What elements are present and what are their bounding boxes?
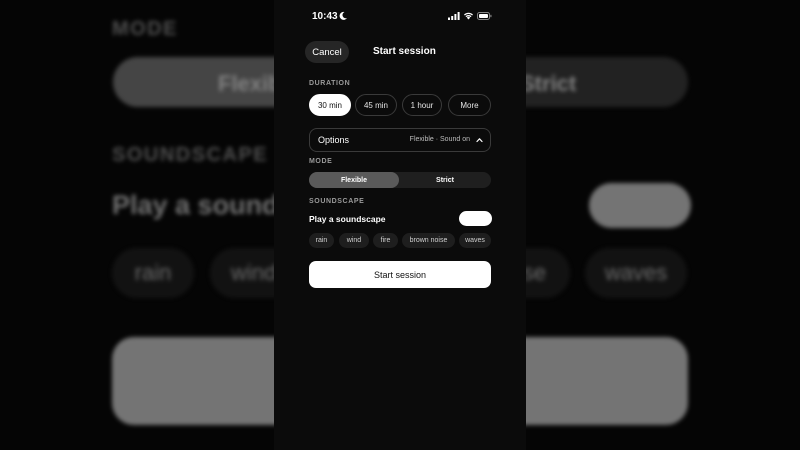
signal-icon [448,12,460,20]
duration-options: 30 min 45 min 1 hour More [309,94,494,116]
duration-chip-more[interactable]: More [448,94,491,116]
background-play-label: Play a sounds [112,190,294,220]
sound-chip-waves[interactable]: waves [459,233,491,248]
battery-icon [477,12,492,20]
soundscape-label: SOUNDSCAPE [309,198,365,205]
background-chip: rain [112,248,194,298]
sound-chip-brown-noise[interactable]: brown noise [402,233,455,248]
chevron-up-icon [476,138,483,143]
background-toggle [589,183,691,228]
mode-segmented-control: Flexible Strict [309,172,491,188]
options-dropdown[interactable]: Options Flexible · Sound on [309,128,491,152]
duration-chip-30-min[interactable]: 30 min [309,94,351,116]
wifi-icon [464,12,473,20]
sound-chip-fire[interactable]: fire [373,233,398,248]
options-summary: Flexible · Sound on [409,136,470,143]
mode-option-strict[interactable]: Strict [399,172,491,188]
mode-option-flexible[interactable]: Flexible [309,172,399,188]
nav-bar: Cancel Start session [274,38,526,66]
status-icons [448,11,494,21]
status-time: 10:43 [312,11,338,22]
sound-chip-wind[interactable]: wind [339,233,369,248]
status-bar: 10:43 [274,0,526,34]
page-title: Start session [373,46,436,57]
start-session-button[interactable]: Start session [309,261,491,288]
moon-icon [339,11,347,20]
soundscape-toggle[interactable] [459,211,492,226]
background-mode-strict: Strict [520,71,577,96]
cancel-button[interactable]: Cancel [305,41,349,63]
play-soundscape-label: Play a soundscape [309,214,386,224]
duration-chip-1-hour[interactable]: 1 hour [402,94,442,116]
background-chip: waves [585,248,687,298]
duration-label: DURATION [309,80,351,87]
options-label: Options [318,135,350,145]
background-soundscape-label: SOUNDSCAPE [112,144,269,166]
sound-chip-rain[interactable]: rain [309,233,334,248]
duration-chip-45-min[interactable]: 45 min [355,94,397,116]
mode-label: MODE [309,158,333,165]
phone-screen: 10:43 Cancel Start session DURATION 30 m… [274,0,526,450]
screen: MODE Flexible Strict SOUNDSCAPE Play a s… [0,0,800,450]
background-mode-label: MODE [112,18,178,40]
soundscape-options: rain wind fire brown noise waves [309,233,494,248]
